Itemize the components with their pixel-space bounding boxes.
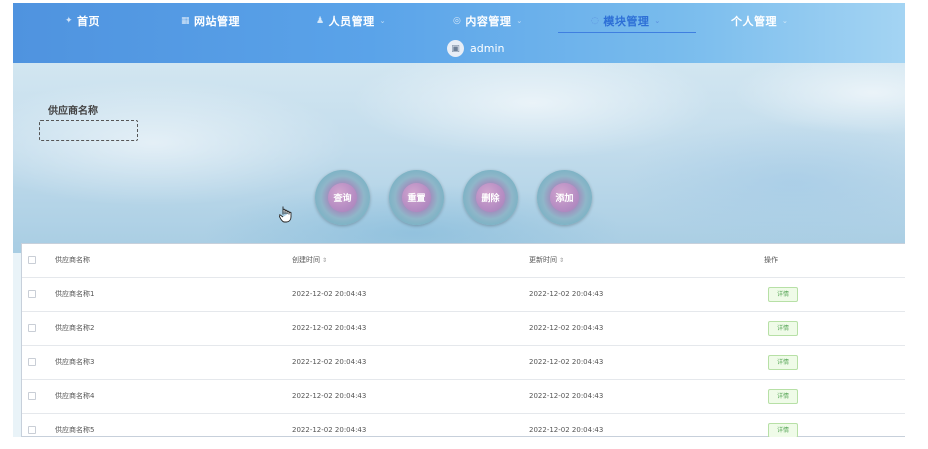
column-header-name: 供应商名称 [55, 256, 90, 264]
chevron-down-icon: ⌄ [782, 17, 789, 25]
nav-item-content-management[interactable]: ◎ 内容管理 ⌄ [453, 11, 523, 31]
chevron-down-icon: ⌄ [379, 17, 386, 25]
cell-name: 供应商名称5 [55, 426, 95, 434]
nav-item-label: 人员管理 [328, 15, 375, 28]
delete-button-label: 删除 [481, 194, 500, 204]
username: admin [470, 42, 505, 55]
add-button-label: 添加 [555, 194, 574, 204]
detail-button[interactable]: 详情 [768, 355, 798, 370]
add-button[interactable]: 添加 [537, 170, 592, 225]
nav-item-label: 模块管理 [603, 15, 650, 28]
cell-update-time: 2022-12-02 20:04:43 [529, 324, 604, 332]
nav-item-site-management[interactable]: ▦ 网站管理 [181, 11, 240, 31]
cell-create-time: 2022-12-02 20:04:43 [292, 426, 367, 434]
nav-item-module-management[interactable]: ◌ 模块管理 ⌄ [591, 11, 661, 31]
cell-name: 供应商名称3 [55, 358, 95, 366]
table-row: 供应商名称1 2022-12-02 20:04:43 2022-12-02 20… [22, 278, 905, 312]
site-icon: ▦ [181, 16, 191, 26]
detail-button[interactable]: 详情 [768, 389, 798, 404]
user-menu[interactable]: ▣ admin [447, 40, 504, 57]
reset-button[interactable]: 重置 [389, 170, 444, 225]
table-header: 供应商名称 创建时间 ⇕ 更新时间 ⇕ 操作 [22, 244, 905, 278]
table-row: 供应商名称4 2022-12-02 20:04:43 2022-12-02 20… [22, 380, 905, 414]
nav-item-people-management[interactable]: ♟ 人员管理 ⌄ [316, 11, 386, 31]
app-frame: ✦ 首页 ▦ 网站管理 ♟ 人员管理 ⌄ ◎ 内容管理 ⌄ ◌ 模块管理 ⌄ 个… [13, 3, 905, 437]
column-header-create-time[interactable]: 创建时间 ⇕ [292, 244, 327, 277]
search-panel: 供应商名称 查询 重置 删除 添加 [13, 63, 905, 253]
row-checkbox[interactable] [28, 426, 36, 434]
cell-create-time: 2022-12-02 20:04:43 [292, 392, 367, 400]
supplier-table: 供应商名称 创建时间 ⇕ 更新时间 ⇕ 操作 供应商名称1 2022-12-02 2… [21, 243, 905, 437]
chevron-down-icon: ⌄ [654, 17, 661, 25]
delete-button[interactable]: 删除 [463, 170, 518, 225]
cell-update-time: 2022-12-02 20:04:43 [529, 426, 604, 434]
column-header-operation: 操作 [764, 256, 778, 264]
table-row: 供应商名称3 2022-12-02 20:04:43 2022-12-02 20… [22, 346, 905, 380]
module-icon: ◌ [591, 16, 600, 26]
cell-name: 供应商名称2 [55, 324, 95, 332]
query-button-label: 查询 [333, 194, 352, 204]
supplier-name-input[interactable] [39, 120, 138, 141]
nav-item-label: 网站管理 [194, 15, 241, 28]
cell-create-time: 2022-12-02 20:04:43 [292, 358, 367, 366]
nav-item-label: 首页 [77, 15, 101, 28]
sort-icon: ⇕ [559, 257, 565, 264]
row-checkbox[interactable] [28, 358, 36, 366]
nav-item-label: 个人管理 [731, 15, 777, 28]
cell-name: 供应商名称4 [55, 392, 95, 400]
chevron-down-icon: ⌄ [516, 17, 523, 25]
cell-update-time: 2022-12-02 20:04:43 [529, 290, 604, 298]
action-buttons: 查询 重置 删除 添加 [315, 170, 611, 225]
home-icon: ✦ [65, 16, 74, 26]
content-icon: ◎ [453, 16, 462, 26]
person-icon: ♟ [316, 16, 325, 26]
select-all-checkbox[interactable] [28, 256, 36, 264]
nav-item-personal-management[interactable]: 个人管理 ⌄ [731, 11, 788, 31]
detail-button[interactable]: 详情 [768, 321, 798, 336]
row-checkbox[interactable] [28, 324, 36, 332]
row-checkbox[interactable] [28, 392, 36, 400]
cell-name: 供应商名称1 [55, 290, 95, 298]
table-row: 供应商名称2 2022-12-02 20:04:43 2022-12-02 20… [22, 312, 905, 346]
cell-update-time: 2022-12-02 20:04:43 [529, 392, 604, 400]
hand-pointer-icon [278, 205, 293, 227]
detail-button[interactable]: 详情 [768, 287, 798, 302]
nav-item-label: 内容管理 [465, 15, 512, 28]
reset-button-label: 重置 [407, 194, 426, 204]
cell-create-time: 2022-12-02 20:04:43 [292, 290, 367, 298]
row-checkbox[interactable] [28, 290, 36, 298]
detail-button[interactable]: 详情 [768, 423, 798, 437]
top-navigation: ✦ 首页 ▦ 网站管理 ♟ 人员管理 ⌄ ◎ 内容管理 ⌄ ◌ 模块管理 ⌄ 个… [13, 3, 905, 63]
active-nav-underline [558, 32, 696, 33]
supplier-name-label: 供应商名称 [48, 106, 98, 117]
cell-update-time: 2022-12-02 20:04:43 [529, 358, 604, 366]
sort-icon: ⇕ [322, 257, 328, 264]
cell-create-time: 2022-12-02 20:04:43 [292, 324, 367, 332]
column-header-update-time[interactable]: 更新时间 ⇕ [529, 244, 564, 277]
table-row: 供应商名称5 2022-12-02 20:04:43 2022-12-02 20… [22, 414, 905, 437]
nav-item-home[interactable]: ✦ 首页 [65, 11, 100, 31]
query-button[interactable]: 查询 [315, 170, 370, 225]
image-icon: ▣ [447, 40, 464, 57]
